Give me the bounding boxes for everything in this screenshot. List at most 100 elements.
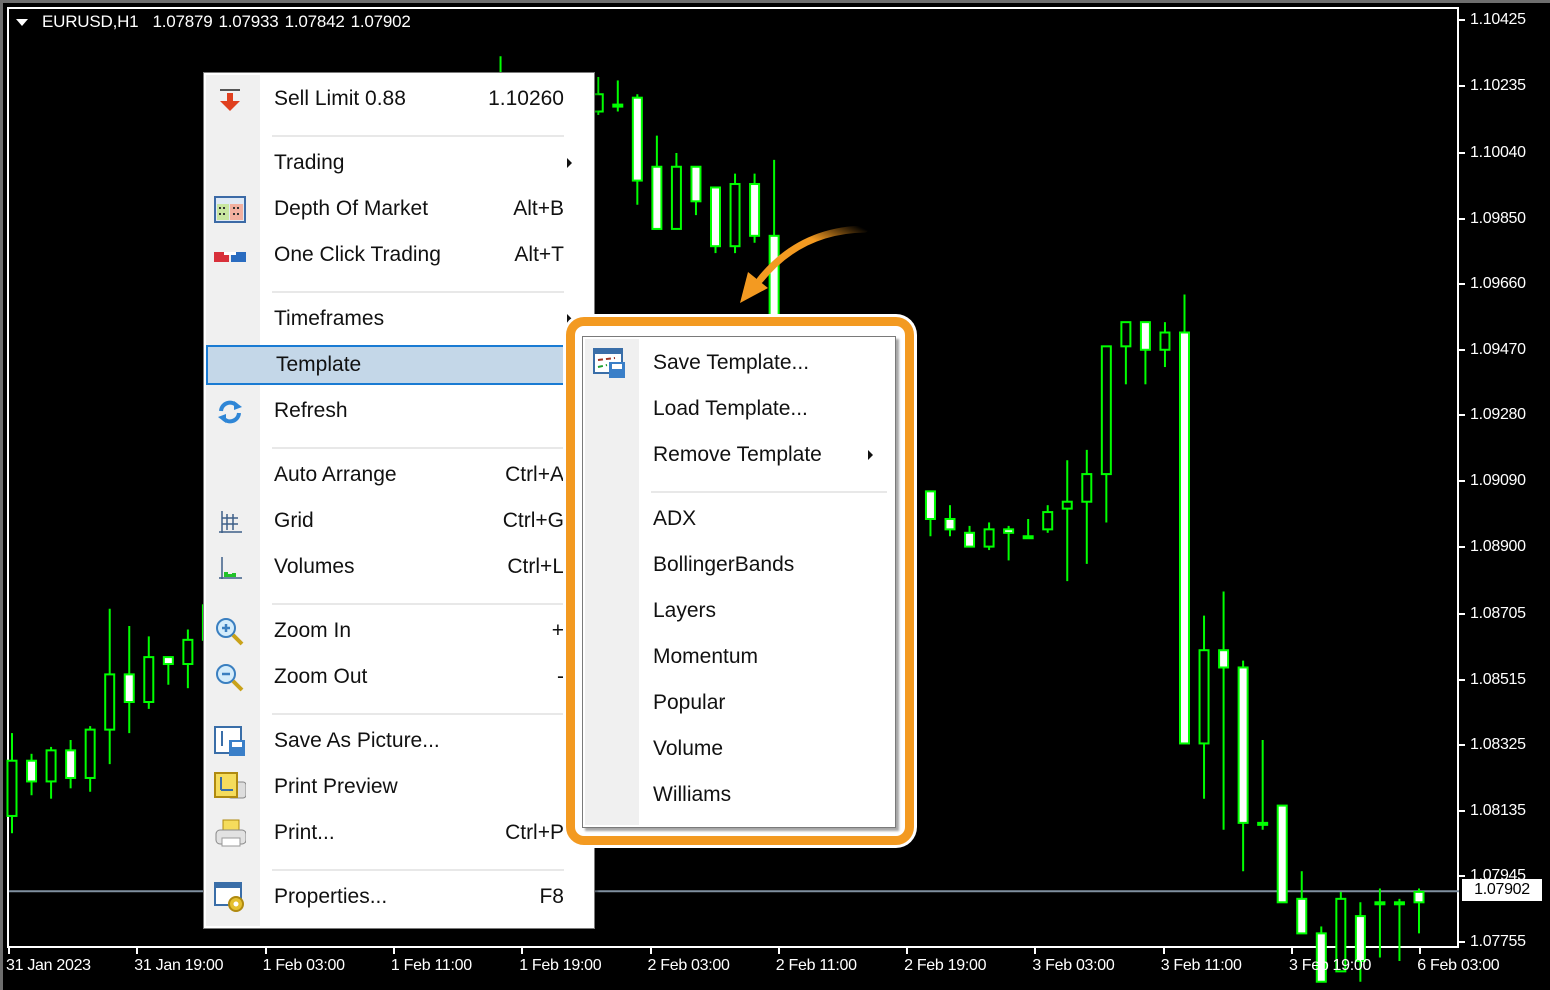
menu-item-label: Volumes <box>274 555 355 578</box>
menu-item-sell-limit-0-88[interactable]: Sell Limit 0.88 1.10260 <box>206 79 592 119</box>
price-tick <box>1459 809 1465 812</box>
menu-item-refresh[interactable]: Refresh <box>206 391 592 431</box>
candle <box>1276 804 1288 904</box>
candle-body <box>1120 321 1132 348</box>
candle-body <box>1374 901 1386 906</box>
one-click-trading-icon <box>214 243 246 269</box>
template-item-save-template[interactable]: Save Template... <box>585 343 893 383</box>
candle <box>1257 739 1269 830</box>
menu-item-print[interactable]: Print... Ctrl+P <box>206 813 592 853</box>
save-template-icon <box>593 348 625 378</box>
price-label: 1.08325 <box>1470 736 1526 754</box>
candle-body <box>1061 500 1073 510</box>
menu-item-properties[interactable]: Properties... F8 <box>206 877 592 917</box>
template-item-load-template[interactable]: Load Template... <box>585 389 893 429</box>
menu-item-template[interactable]: Template <box>206 345 592 385</box>
candle <box>26 753 38 796</box>
menu-item-auto-arrange[interactable]: Auto Arrange Ctrl+A <box>206 455 592 495</box>
candle <box>1042 505 1054 533</box>
current-price-tag: 1.07902 <box>1462 879 1542 901</box>
candle <box>104 608 116 765</box>
candle-body <box>104 673 116 731</box>
menu-item-volumes[interactable]: Volumes Ctrl+L <box>206 547 592 587</box>
menu-item-depth-of-market[interactable]: Depth Of Market Alt+B <box>206 189 592 229</box>
menu-item-shortcut: Ctrl+L <box>507 555 564 578</box>
menu-item-save-as-picture[interactable]: Save As Picture... <box>206 721 592 761</box>
print-preview-icon <box>214 772 246 801</box>
candle <box>768 159 780 344</box>
time-tick <box>136 948 139 954</box>
candle-body <box>1393 901 1405 906</box>
time-tick <box>906 948 909 954</box>
menu-item-trading[interactable]: Trading <box>206 143 592 183</box>
grid-icon <box>214 509 246 535</box>
candle-body <box>1237 666 1249 824</box>
price-label: 1.09850 <box>1470 209 1526 227</box>
candle <box>710 186 721 254</box>
time-tick <box>8 948 10 954</box>
candle <box>162 656 174 685</box>
menu-item-timeframes[interactable]: Timeframes <box>206 299 592 339</box>
price-tick <box>1459 480 1465 482</box>
candle <box>749 173 761 243</box>
menu-item-label: One Click Trading <box>274 243 441 266</box>
time-label: 1 Feb 11:00 <box>390 957 472 974</box>
candle <box>1159 322 1171 368</box>
candle <box>1374 888 1386 958</box>
time-label: 2 Feb 19:00 <box>904 957 987 974</box>
template-item-williams[interactable]: Williams <box>585 775 893 815</box>
menu-separator <box>272 291 564 293</box>
sell-limit-icon <box>214 87 246 113</box>
menu-item-zoom-in[interactable]: Zoom In + <box>206 611 592 651</box>
template-item-momentum[interactable]: Momentum <box>585 637 893 677</box>
candle-body <box>1100 345 1112 476</box>
menu-separator <box>272 869 564 871</box>
candle <box>143 636 155 709</box>
candle <box>6 733 18 834</box>
menu-item-label: Zoom In <box>274 619 352 642</box>
price-tick <box>1459 612 1465 615</box>
time-label: 2 Feb 11:00 <box>775 957 857 974</box>
time-tick <box>777 948 780 954</box>
candle-body <box>729 183 741 248</box>
candle-body <box>1179 331 1190 745</box>
price-tick <box>1459 744 1465 747</box>
candle <box>670 152 682 230</box>
candle <box>182 629 194 689</box>
depth-of-market-icon <box>214 196 246 223</box>
menu-item-one-click-trading[interactable]: One Click Trading Alt+T <box>206 235 592 275</box>
template-item-popular[interactable]: Popular <box>585 683 893 723</box>
ohlc-close: 1.07902 <box>350 12 411 31</box>
price-tick <box>1459 283 1465 286</box>
menu-item-zoom-out[interactable]: Zoom Out - <box>206 657 592 697</box>
candle-body <box>45 749 57 783</box>
price-tick <box>1459 545 1465 548</box>
time-label: 31 Jan 2023 <box>6 957 91 974</box>
candle <box>651 135 663 230</box>
menu-separator <box>272 713 564 715</box>
candle-body <box>1257 821 1269 826</box>
properties-icon <box>214 882 246 912</box>
template-item-bollingerbands[interactable]: BollingerBands <box>585 545 893 585</box>
candle <box>1100 345 1112 523</box>
template-item-volume[interactable]: Volume <box>585 729 893 769</box>
menu-item-label: Template <box>276 353 362 376</box>
time-label: 1 Feb 19:00 <box>519 957 602 974</box>
zoom-in-icon <box>214 618 246 646</box>
template-item-layers[interactable]: Layers <box>585 591 893 631</box>
template-item-remove-template[interactable]: Remove Template <box>585 435 893 475</box>
collapse-triangle-icon[interactable] <box>16 18 28 26</box>
menu-item-print-preview[interactable]: Print Preview <box>206 767 592 807</box>
template-item-adx[interactable]: ADX <box>585 499 893 539</box>
menu-item-grid[interactable]: Grid Ctrl+G <box>206 501 592 541</box>
template-submenu: Save Template... Load Template... Remove T… <box>582 336 896 828</box>
menu-item-label: Volume <box>653 737 724 760</box>
candle <box>612 80 624 112</box>
menu-item-label: Timeframes <box>274 307 385 330</box>
candle <box>631 94 643 205</box>
candle <box>1003 525 1015 561</box>
candle-body <box>1276 804 1288 904</box>
time-label: 2 Feb 03:00 <box>647 957 730 974</box>
candle <box>1179 294 1190 745</box>
candle-body <box>123 673 135 704</box>
